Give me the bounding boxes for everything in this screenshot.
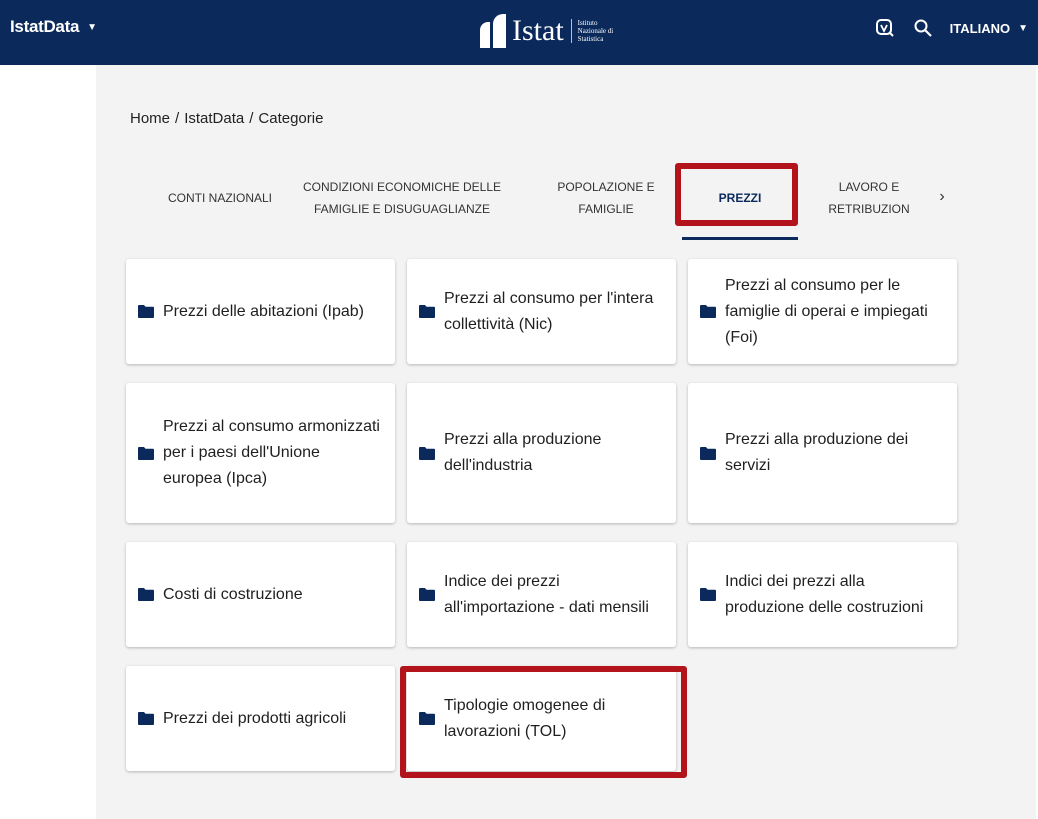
category-card[interactable]: Prezzi al consumo per le famiglie di ope… <box>688 259 957 364</box>
app-menu-button[interactable]: IstatData ▼ <box>10 17 97 37</box>
accessibility-icon[interactable] <box>874 17 896 39</box>
istat-logo[interactable]: Istat Istituto Nazionale di Statistica <box>480 12 620 50</box>
folder-icon <box>138 588 154 601</box>
folder-icon <box>138 712 154 725</box>
folder-icon <box>700 305 716 318</box>
caret-down-icon: ▼ <box>87 21 98 33</box>
folder-icon <box>700 446 716 460</box>
category-card[interactable]: Indice dei prezzi all'importazione - dat… <box>407 542 676 647</box>
tab-conti-nazionali[interactable]: CONTI NAZIONALI <box>160 185 280 211</box>
top-bar: IstatData ▼ Istat Istituto Nazionale di … <box>0 0 1038 65</box>
breadcrumb-home[interactable]: Home <box>130 110 170 127</box>
folder-icon <box>419 712 435 725</box>
folder-icon <box>419 446 435 460</box>
folder-icon <box>138 305 154 318</box>
category-label: Prezzi al consumo armonizzati per i paes… <box>163 418 380 487</box>
folder-icon <box>138 446 154 460</box>
breadcrumb-istatdata[interactable]: IstatData <box>184 110 244 127</box>
category-label: Indici dei prezzi alla produzione delle … <box>725 572 924 616</box>
category-card[interactable]: Prezzi dei prodotti agricoli <box>126 666 395 771</box>
category-label: Tipologie omogenee di lavorazioni (TOL) <box>444 696 606 740</box>
logo-subtitle: Istituto Nazionale di Statistica <box>577 19 614 43</box>
category-label: Prezzi al consumo per le famiglie di ope… <box>725 276 928 346</box>
tab-condizioni-economiche[interactable]: CONDIZIONI ECONOMICHE DELLE FAMIGLIE E D… <box>282 172 522 224</box>
logo-wordmark: Istat <box>512 14 564 47</box>
logo-mark <box>480 14 506 48</box>
search-icon[interactable] <box>912 17 934 39</box>
tab-lavoro-retribuzioni[interactable]: LAVORO E RETRIBUZION <box>804 180 934 216</box>
category-label: Prezzi alla produzione dell'industria <box>444 431 602 474</box>
app-name: IstatData <box>10 17 80 36</box>
folder-icon <box>419 305 435 318</box>
category-card[interactable]: Prezzi alla produzione dell'industria <box>407 383 676 523</box>
header-actions: ITALIANO ▼ <box>874 0 1028 56</box>
breadcrumb-separator: / <box>175 110 180 127</box>
category-card[interactable]: Prezzi al consumo per l'intera collettiv… <box>407 259 676 364</box>
language-selector[interactable]: ITALIANO ▼ <box>950 21 1028 36</box>
category-label: Prezzi delle abitazioni (Ipab) <box>163 302 364 320</box>
category-card[interactable]: Prezzi delle abitazioni (Ipab) <box>126 259 395 364</box>
tab-prezzi[interactable]: PREZZI <box>682 185 798 211</box>
category-label: Prezzi dei prodotti agricoli <box>163 709 347 727</box>
folder-icon <box>700 588 716 601</box>
category-card[interactable]: Costi di costruzione <box>126 542 395 647</box>
category-card[interactable]: Indici dei prezzi alla produzione delle … <box>688 542 957 647</box>
active-tab-indicator <box>682 237 798 240</box>
category-card[interactable]: Prezzi al consumo armonizzati per i paes… <box>126 383 395 523</box>
tab-popolazione-famiglie[interactable]: POPOLAZIONE E FAMIGLIE <box>532 180 680 216</box>
breadcrumb-separator: / <box>249 110 254 127</box>
category-card[interactable]: Tipologie omogenee di lavorazioni (TOL) <box>407 666 676 771</box>
breadcrumb: Home / IstatData / Categorie <box>130 110 323 127</box>
caret-down-icon: ▼ <box>1018 22 1028 34</box>
chevron-right-icon[interactable]: › <box>934 187 950 207</box>
logo-divider <box>570 19 572 43</box>
category-label: Costi di costruzione <box>163 585 303 603</box>
category-label: Prezzi al consumo per l'intera collettiv… <box>444 289 654 333</box>
category-card[interactable]: Prezzi alla produzione dei servizi <box>688 383 957 523</box>
folder-icon <box>419 588 435 601</box>
category-label: Indice dei prezzi all'importazione - dat… <box>444 572 649 616</box>
language-label: ITALIANO <box>949 20 1011 36</box>
breadcrumb-current: Categorie <box>258 110 324 127</box>
category-label: Prezzi alla produzione dei servizi <box>725 431 909 474</box>
